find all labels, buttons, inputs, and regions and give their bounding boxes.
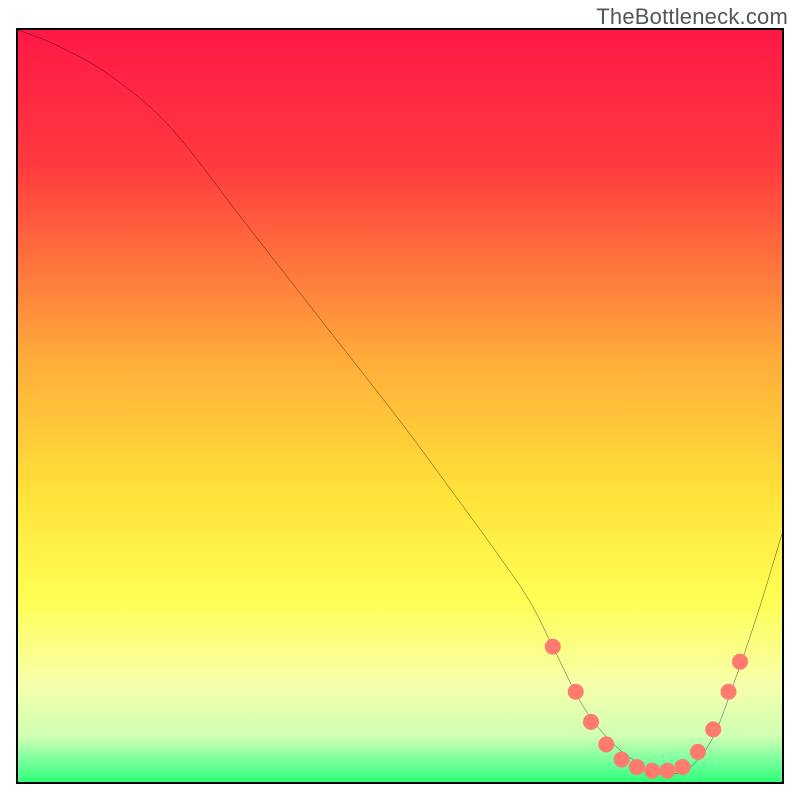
marker-dot xyxy=(732,654,748,670)
marker-dot xyxy=(545,639,561,655)
chart-stage: TheBottleneck.com xyxy=(0,0,800,800)
marker-dot xyxy=(705,721,721,737)
marker-dot xyxy=(568,684,584,700)
marker-dot xyxy=(690,744,706,760)
marker-dot xyxy=(583,714,599,730)
marker-dots xyxy=(545,639,748,779)
marker-dot xyxy=(644,763,660,779)
marker-dot xyxy=(721,684,737,700)
marker-dot xyxy=(659,763,675,779)
watermark-text: TheBottleneck.com xyxy=(596,4,788,30)
marker-dot xyxy=(675,759,691,775)
main-curve xyxy=(18,30,782,774)
marker-dot xyxy=(614,751,630,767)
curve-layer xyxy=(18,30,782,782)
marker-dot xyxy=(598,736,614,752)
marker-dot xyxy=(629,759,645,775)
plot-area xyxy=(16,28,784,784)
